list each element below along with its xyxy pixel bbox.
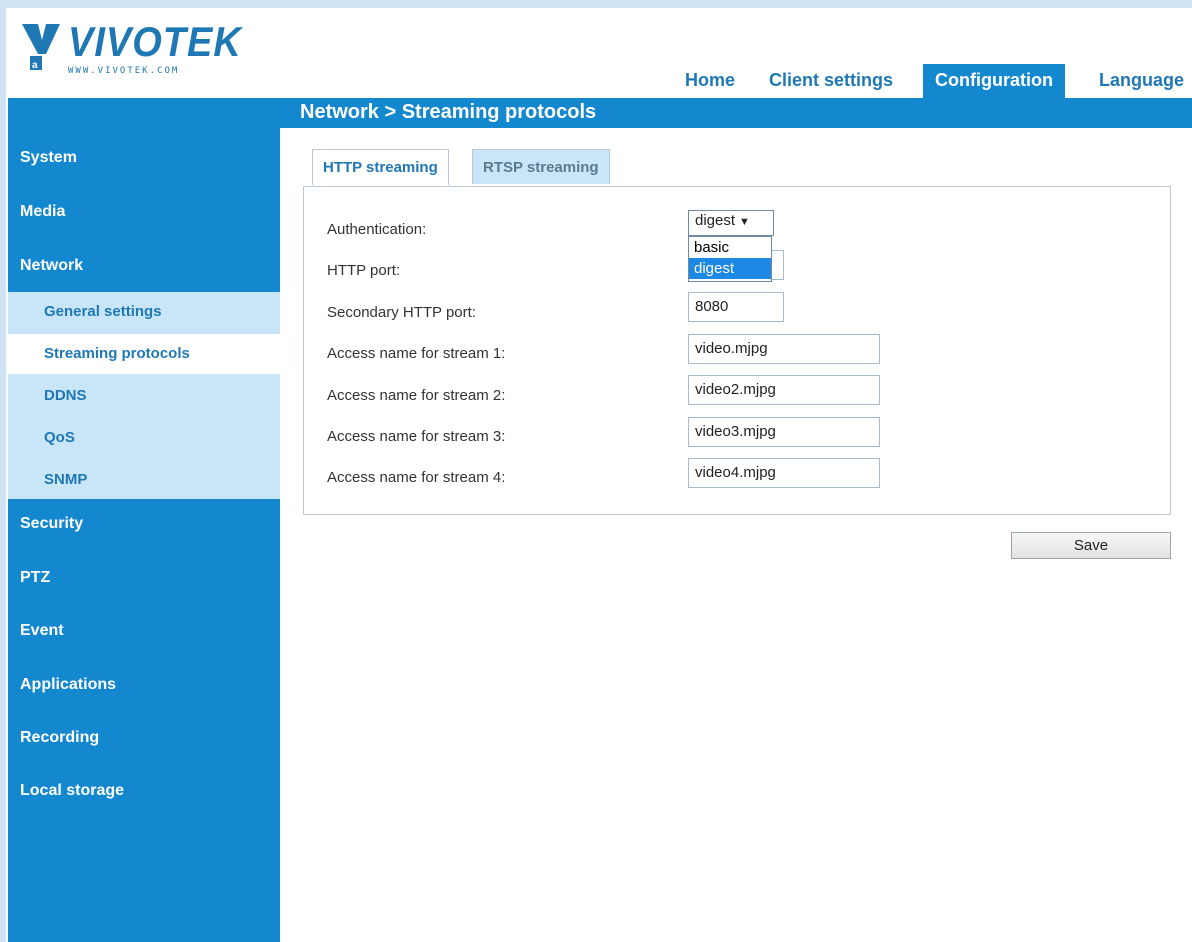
stream3-access-name-input[interactable]: video3.mjpg	[688, 417, 880, 447]
submenu-item-snmp[interactable]: SNMP	[44, 471, 87, 488]
authentication-options: basic digest	[688, 236, 772, 282]
window-frame-top	[0, 0, 1192, 8]
submenu-item-qos[interactable]: QoS	[44, 429, 75, 446]
nav-configuration[interactable]: Configuration	[923, 64, 1065, 98]
svg-text:a: a	[32, 60, 38, 71]
sidebar-item-recording[interactable]: Recording	[20, 729, 99, 747]
http-port-label: HTTP port:	[327, 262, 401, 279]
tab-http-streaming[interactable]: HTTP streaming	[312, 149, 449, 185]
stream2-label: Access name for stream 2:	[327, 387, 506, 404]
vivotek-logo[interactable]: a VIVOTEK WWW.VIVOTEK.COM	[20, 18, 280, 78]
stream1-label: Access name for stream 1:	[327, 345, 506, 362]
stream1-access-name-input[interactable]: video.mjpg	[688, 334, 880, 364]
sidebar-item-system[interactable]: System	[20, 149, 77, 167]
stream4-access-name-input[interactable]: video4.mjpg	[688, 458, 880, 488]
dropdown-arrow-icon: ▼	[739, 216, 750, 228]
sidebar-item-local-storage[interactable]: Local storage	[20, 782, 124, 800]
submenu-item-streaming-protocols[interactable]: Streaming protocols	[44, 345, 190, 362]
page-title: Network > Streaming protocols	[300, 101, 597, 123]
nav-client-settings[interactable]: Client settings	[769, 70, 893, 98]
sidebar	[8, 128, 280, 942]
submenu-item-general-settings[interactable]: General settings	[44, 303, 162, 320]
secondary-http-port-label: Secondary HTTP port:	[327, 304, 476, 321]
window-frame-left	[0, 0, 6, 942]
top-nav: Home Client settings Configuration Langu…	[651, 58, 1192, 98]
nav-home[interactable]: Home	[685, 70, 735, 98]
nav-language[interactable]: Language	[1099, 70, 1184, 98]
submenu-item-ddns[interactable]: DDNS	[44, 387, 87, 404]
stream3-label: Access name for stream 3:	[327, 428, 506, 445]
sidebar-item-applications[interactable]: Applications	[20, 676, 116, 694]
stream4-label: Access name for stream 4:	[327, 469, 506, 486]
option-basic[interactable]: basic	[689, 237, 771, 258]
stream2-access-name-input[interactable]: video2.mjpg	[688, 375, 880, 405]
sidebar-item-ptz[interactable]: PTZ	[20, 569, 50, 587]
save-button[interactable]: Save	[1011, 532, 1171, 559]
authentication-selected-value: digest	[695, 212, 736, 229]
sidebar-item-network[interactable]: Network	[20, 257, 83, 275]
sidebar-item-event[interactable]: Event	[20, 622, 64, 640]
authentication-select[interactable]: digest ▼	[688, 210, 774, 236]
sidebar-item-media[interactable]: Media	[20, 203, 65, 221]
tab-rtsp-streaming[interactable]: RTSP streaming	[472, 149, 610, 184]
authentication-label: Authentication:	[327, 221, 427, 238]
title-bar	[8, 98, 1192, 128]
secondary-http-port-input[interactable]: 8080	[688, 292, 784, 322]
sidebar-item-security[interactable]: Security	[20, 515, 83, 533]
logo-mark-icon: a	[22, 24, 60, 71]
logo-wordmark: VIVOTEK	[68, 19, 242, 67]
option-digest[interactable]: digest	[689, 258, 771, 279]
logo-url: WWW.VIVOTEK.COM	[68, 66, 180, 76]
